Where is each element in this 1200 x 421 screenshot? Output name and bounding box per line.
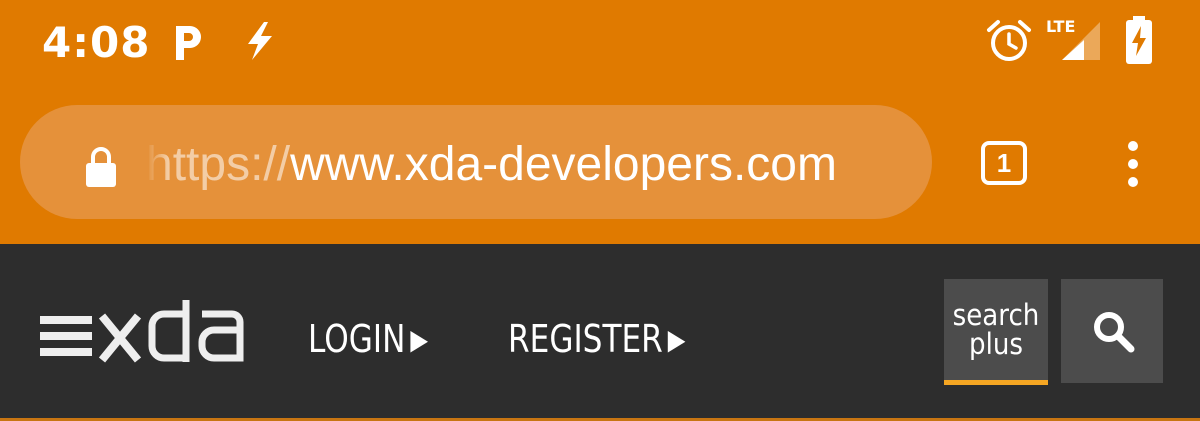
url-scheme: https:// (146, 138, 291, 191)
browser-toolbar: https://www.xda-developers.com 1 (0, 92, 1200, 244)
alarm-icon (986, 18, 1032, 68)
lte-signal-icon: LTE (1046, 16, 1106, 70)
login-link[interactable]: LOGIN ▶ (308, 314, 428, 364)
search-icon (1094, 312, 1135, 353)
search-plus-line2: plus (969, 327, 1023, 361)
register-label: REGISTER (508, 317, 663, 361)
p-icon (172, 22, 206, 66)
more-vert-icon[interactable] (1116, 136, 1150, 192)
status-time: 4:08 (42, 18, 151, 67)
search-button[interactable] (1061, 279, 1163, 383)
arrow-right-icon: ▶ (410, 323, 429, 356)
register-link[interactable]: REGISTER ▶ (508, 314, 685, 364)
site-header: LOGIN ▶ REGISTER ▶ search plus (0, 244, 1200, 421)
login-label: LOGIN (308, 317, 406, 361)
url-host: www.xda-developers.com (290, 138, 837, 191)
tab-count: 1 (996, 148, 1012, 178)
search-plus-button[interactable]: search plus (944, 279, 1048, 385)
phone-screen: 4:08 LTE https://www.xda-developers.com … (0, 0, 1200, 421)
xda-logo[interactable] (38, 300, 264, 372)
address-bar[interactable]: https://www.xda-developers.com (20, 105, 932, 219)
lock-icon[interactable] (84, 145, 118, 193)
status-bar: 4:08 LTE (0, 0, 1200, 92)
arrow-right-icon: ▶ (667, 323, 686, 356)
tab-switcher-button[interactable]: 1 (981, 141, 1027, 185)
hamburger-icon (40, 316, 92, 324)
bolt-icon (242, 20, 276, 66)
url-text[interactable]: https://www.xda-developers.com (146, 135, 922, 195)
lte-label: LTE (1046, 17, 1075, 36)
search-plus-line1: search (952, 298, 1040, 332)
battery-charging-icon (1124, 14, 1154, 70)
search-plus-underline (944, 380, 1048, 385)
